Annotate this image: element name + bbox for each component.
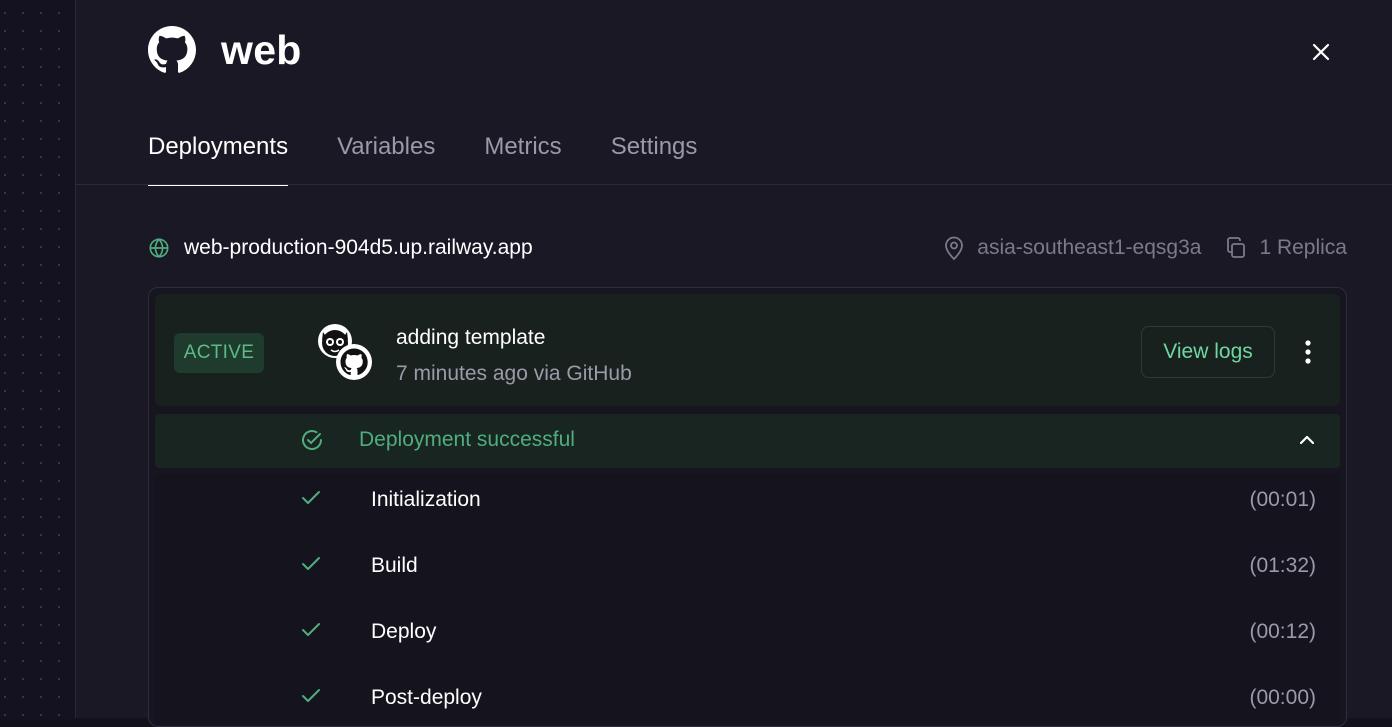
replica-label: 1 Replica <box>1259 236 1347 259</box>
close-icon <box>1312 43 1330 61</box>
domain-row: web-production-904d5.up.railway.app asia… <box>148 234 1347 262</box>
tab-variables[interactable]: Variables <box>337 130 435 186</box>
step-row: Deploy (00:12) <box>155 612 1340 652</box>
region-info: asia-southeast1-eqsg3a <box>943 235 1201 261</box>
step-name: Post-deploy <box>371 686 482 709</box>
check-icon <box>302 623 320 636</box>
check-icon <box>302 557 320 570</box>
service-title: web <box>221 26 302 73</box>
author-avatars <box>318 324 372 380</box>
map-pin-icon <box>945 236 964 261</box>
service-header: web <box>148 26 302 74</box>
region-label: asia-southeast1-eqsg3a <box>977 236 1202 259</box>
deployment-steps: Initialization (00:01) Build (01:32) Dep… <box>155 474 1340 724</box>
step-duration: (01:32) <box>1249 554 1316 577</box>
copy-icon <box>1227 237 1246 258</box>
step-duration: (00:00) <box>1249 686 1316 709</box>
more-vertical-icon <box>1305 340 1311 364</box>
check-icon <box>302 491 320 504</box>
replica-info: 1 Replica <box>1225 236 1347 260</box>
tab-settings[interactable]: Settings <box>611 130 698 186</box>
step-row: Build (01:32) <box>155 546 1340 586</box>
deployment-header[interactable]: ACTIVE adding template 7 minutes ago via… <box>155 294 1340 406</box>
domain-link[interactable]: web-production-904d5.up.railway.app <box>184 236 533 260</box>
github-icon <box>148 26 196 73</box>
globe-icon <box>149 238 169 258</box>
step-name: Build <box>371 554 418 577</box>
commit-meta: 7 minutes ago via GitHub <box>396 362 632 385</box>
close-button[interactable] <box>1308 39 1334 65</box>
service-panel: web Deployments Variables Metrics Settin… <box>76 0 1392 727</box>
chevron-up-icon[interactable] <box>1298 431 1316 449</box>
project-canvas[interactable] <box>0 0 76 718</box>
deployment-status-bar[interactable]: Deployment successful <box>155 414 1340 468</box>
step-name: Initialization <box>371 488 481 511</box>
tabs-divider <box>76 184 1392 185</box>
step-duration: (00:12) <box>1249 620 1316 643</box>
check-icon <box>302 689 320 702</box>
service-tabs: Deployments Variables Metrics Settings <box>148 130 746 186</box>
step-duration: (00:01) <box>1249 488 1316 511</box>
step-row: Initialization (00:01) <box>155 480 1340 520</box>
deployment-meta: asia-southeast1-eqsg3a 1 Replica <box>943 235 1347 261</box>
tab-deployments[interactable]: Deployments <box>148 130 289 186</box>
check-circle-icon <box>302 430 322 450</box>
commit-message: adding template <box>396 326 546 349</box>
step-name: Deploy <box>371 620 437 643</box>
step-row: Post-deploy (00:00) <box>155 678 1340 718</box>
status-badge: ACTIVE <box>174 333 264 373</box>
tab-metrics[interactable]: Metrics <box>484 130 561 186</box>
more-options-button[interactable] <box>1296 336 1320 368</box>
deployment-card: ACTIVE adding template 7 minutes ago via… <box>148 287 1347 727</box>
deployment-result: Deployment successful <box>359 428 575 451</box>
view-logs-button[interactable]: View logs <box>1141 326 1275 378</box>
